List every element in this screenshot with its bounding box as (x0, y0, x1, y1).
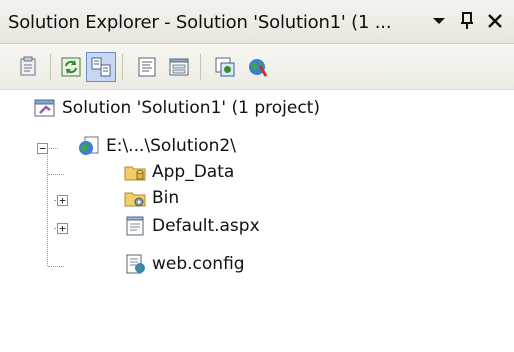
tree-item-app-data[interactable]: App_Data (124, 160, 234, 184)
aspx-file-icon (126, 216, 144, 236)
tree-item-label: Bin (152, 188, 180, 208)
close-icon (488, 14, 502, 28)
window-title: Solution Explorer - Solution 'Solution1'… (8, 12, 392, 33)
properties-button[interactable] (14, 52, 44, 82)
window-position-dropdown-button[interactable] (428, 10, 450, 32)
tree-item-default-aspx[interactable]: Default.aspx (124, 214, 260, 238)
collapse-toggle[interactable]: − (37, 143, 48, 154)
expand-symbol: + (59, 194, 66, 207)
toolbar-separator (50, 54, 51, 80)
view-designer-button[interactable] (164, 52, 194, 82)
toolbar-separator (122, 54, 123, 80)
expand-symbol: + (59, 222, 66, 235)
pin-icon (461, 12, 473, 29)
tree-item-bin[interactable]: Bin (124, 186, 179, 210)
expand-toggle[interactable]: + (57, 195, 68, 206)
solution-tree: Solution 'Solution1' (1 project) − E:\..… (0, 90, 514, 352)
properties-icon (20, 56, 36, 76)
tree-connector-line (47, 150, 48, 266)
tree-connector-line (48, 174, 64, 175)
view-designer-icon (169, 58, 189, 76)
close-button[interactable] (484, 10, 506, 32)
tree-item-label: Default.aspx (152, 216, 260, 236)
refresh-icon (61, 57, 81, 77)
nest-related-files-button[interactable] (86, 52, 116, 82)
tree-item-project[interactable]: E:\...\Solution2\ (78, 134, 236, 158)
chevron-down-icon (433, 18, 445, 24)
aspnet-configuration-button[interactable] (242, 52, 272, 82)
refresh-button[interactable] (56, 52, 86, 82)
tree-item-solution[interactable]: Solution 'Solution1' (1 project) (34, 96, 320, 120)
toolbar-separator (200, 54, 201, 80)
tree-item-web-config[interactable]: web.config (124, 252, 245, 276)
tree-item-label: web.config (152, 254, 245, 274)
collapse-symbol: − (39, 142, 46, 155)
tree-item-label: App_Data (152, 162, 235, 182)
aspnet-configuration-icon (249, 59, 268, 77)
nest-related-files-icon (91, 57, 111, 77)
toolbar (0, 44, 514, 90)
tree-connector-line (48, 266, 64, 267)
window-titlebar: Solution Explorer - Solution 'Solution1'… (0, 0, 514, 44)
folder-icon (124, 166, 146, 181)
copy-website-button[interactable] (210, 52, 240, 82)
expand-toggle[interactable]: + (57, 223, 68, 234)
tree-item-label: Solution 'Solution1' (1 project) (62, 98, 320, 118)
view-code-icon (138, 57, 156, 77)
config-file-icon (126, 254, 145, 274)
copy-website-icon (215, 57, 235, 77)
tree-item-label: E:\...\Solution2\ (106, 136, 236, 156)
bin-folder-icon (124, 192, 146, 207)
web-project-icon (79, 136, 99, 155)
view-code-button[interactable] (132, 52, 162, 82)
solution-icon (34, 99, 55, 117)
auto-hide-pin-button[interactable] (456, 10, 478, 32)
